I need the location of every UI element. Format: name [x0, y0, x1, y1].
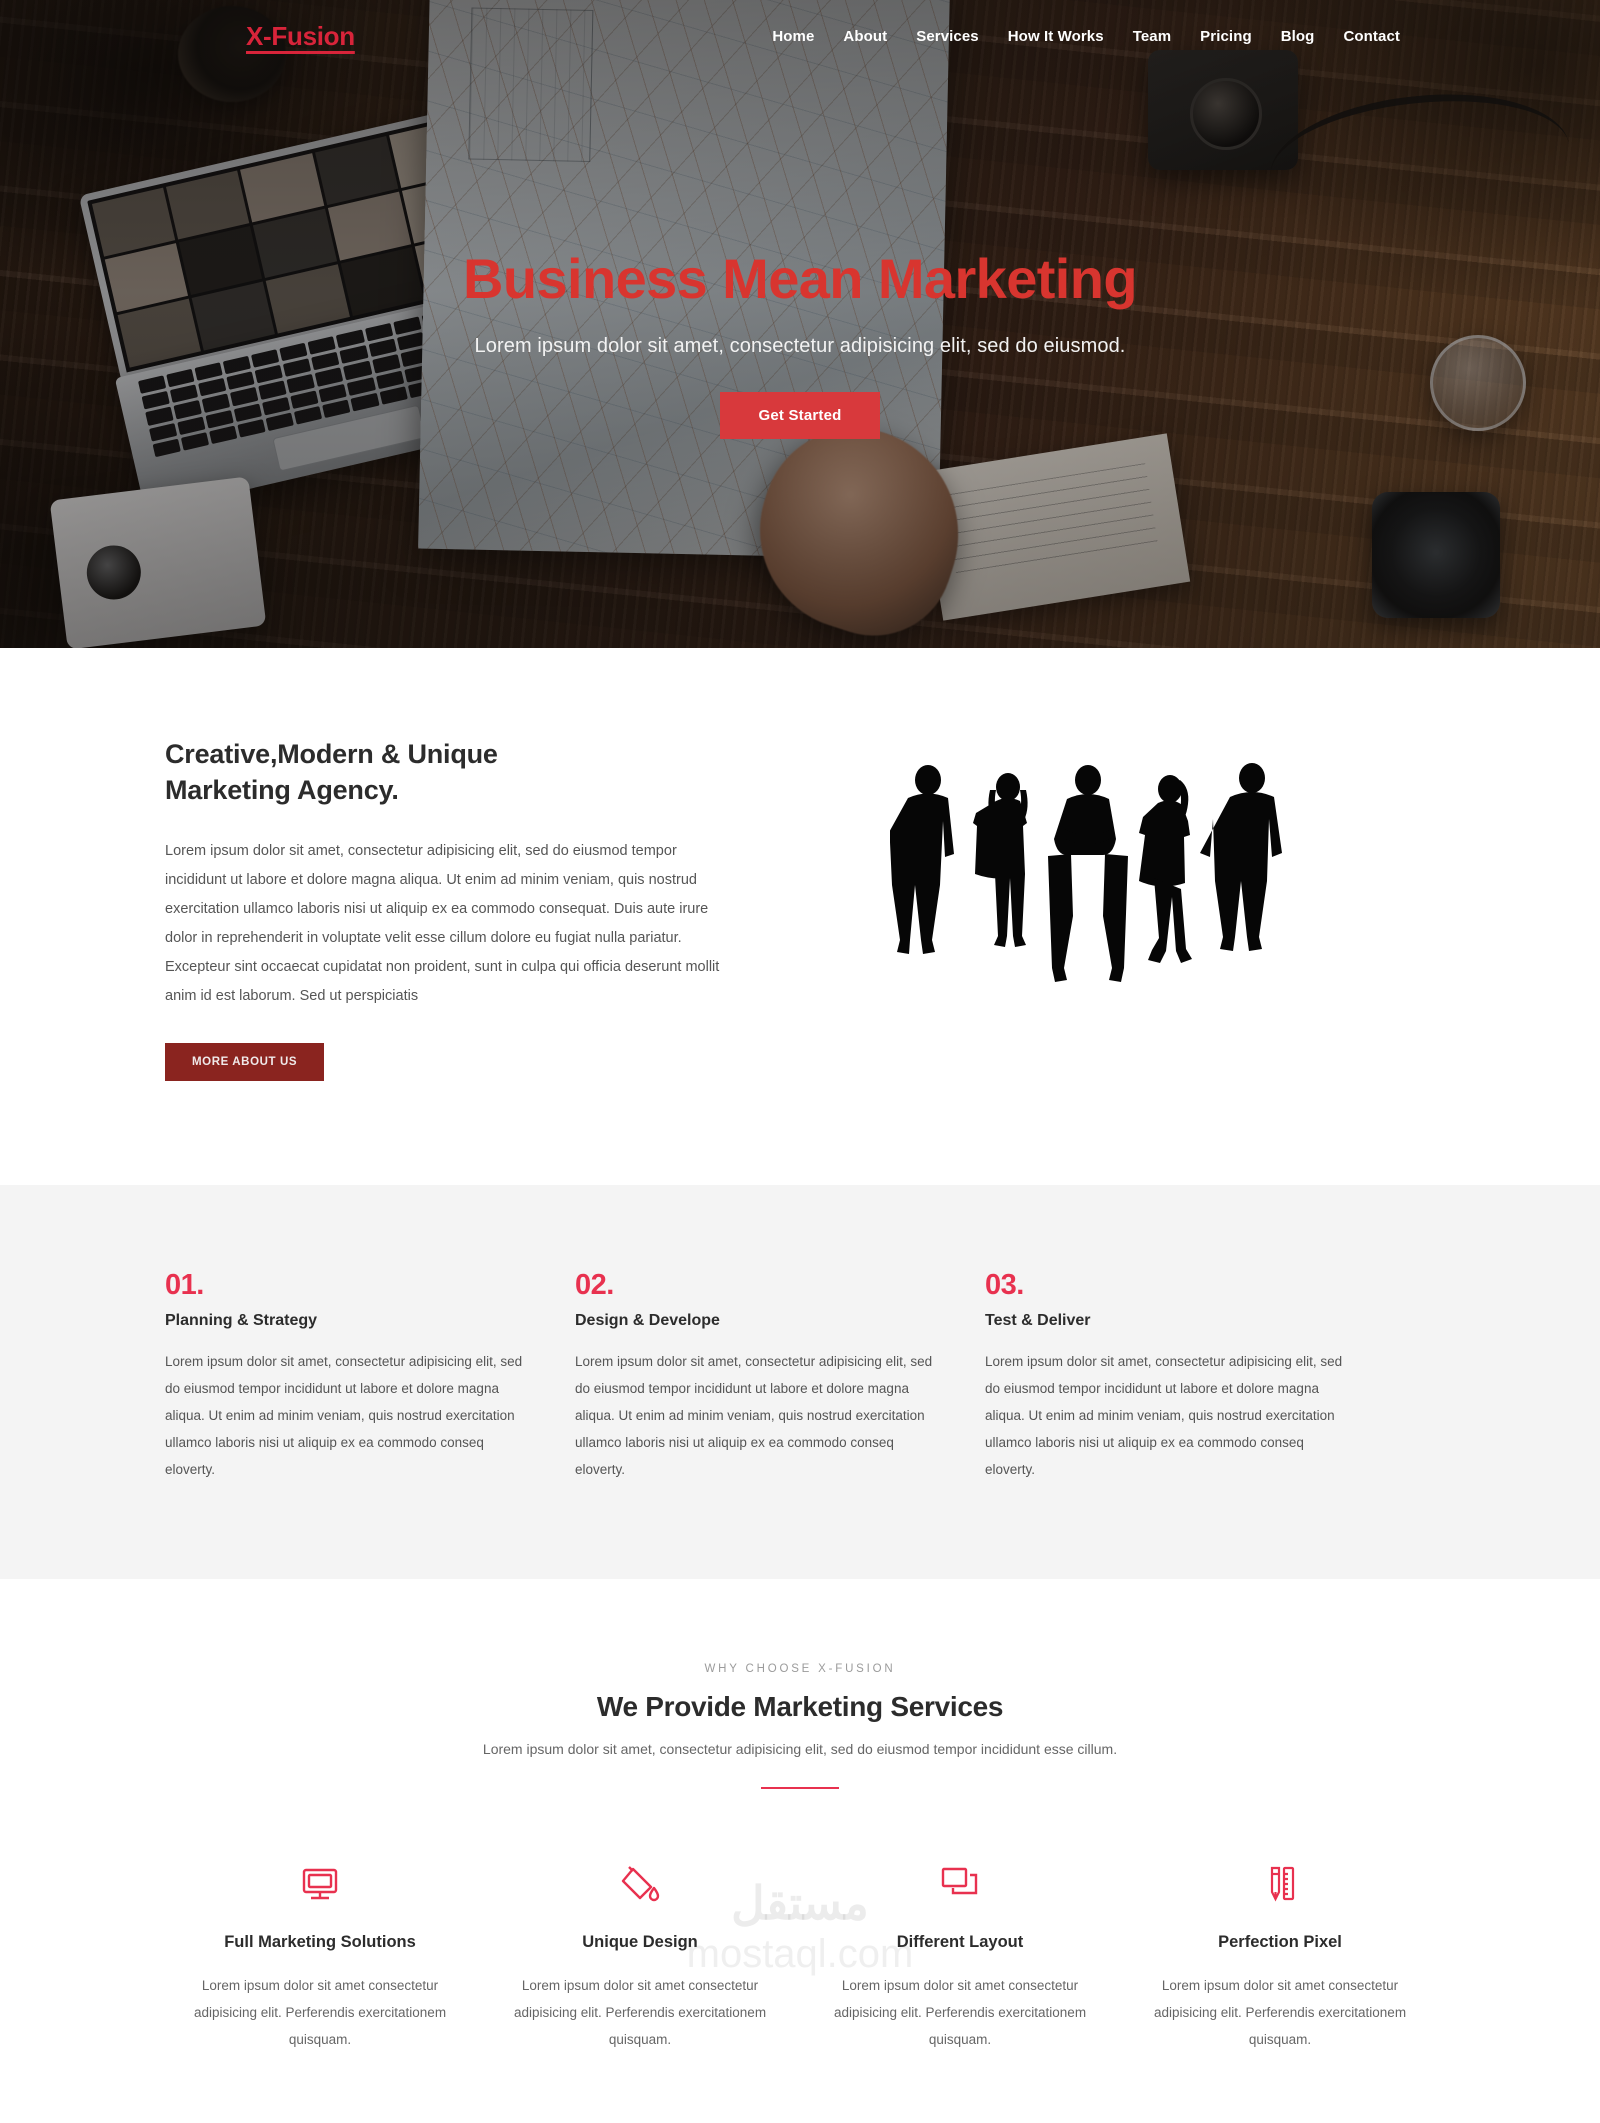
- nav-item-team[interactable]: Team: [1133, 28, 1171, 45]
- services-heading: We Provide Marketing Services: [596, 1690, 1004, 1722]
- hero-title: Business Mean Marketing: [463, 247, 1138, 310]
- services-subtitle: Lorem ipsum dolor sit amet, consectetur …: [482, 1740, 1118, 1757]
- step-text: Lorem ipsum dolor sit amet, consectetur …: [985, 1353, 1343, 1477]
- service-title: Different Layout: [896, 1932, 1024, 1951]
- step-title: Planning & Strategy: [165, 1311, 318, 1329]
- heading-divider-rule: [761, 1786, 839, 1789]
- step-card-02: 02. Design & Develope Lorem ipsum dolor …: [575, 1269, 945, 1483]
- about-section: Creative,Modern & Unique Marketing Agenc…: [0, 648, 1600, 1185]
- service-title: Perfection Pixel: [1218, 1932, 1342, 1951]
- about-paragraph: Lorem ipsum dolor sit amet, consectetur …: [165, 842, 720, 1004]
- services-grid: Full Marketing Solutions Lorem ipsum dol…: [160, 1861, 1440, 2053]
- service-card-perfection-pixel[interactable]: Perfection Pixel Lorem ipsum dolor sit a…: [1120, 1861, 1440, 2053]
- nav-item-contact[interactable]: Contact: [1343, 28, 1400, 45]
- nav-item-services[interactable]: Services: [916, 28, 979, 45]
- services-eyebrow: WHY CHOOSE X-FUSION: [704, 1662, 896, 1675]
- pencil-ruler-icon: [1142, 1861, 1418, 1907]
- service-title: Unique Design: [582, 1932, 698, 1951]
- step-title: Test & Deliver: [985, 1311, 1091, 1329]
- service-text: Lorem ipsum dolor sit amet consectetur a…: [833, 1977, 1087, 2047]
- service-text: Lorem ipsum dolor sit amet consectetur a…: [193, 1977, 447, 2047]
- about-heading-line-1: Creative,Modern & Unique: [165, 739, 498, 769]
- more-about-us-button[interactable]: MORE ABOUT US: [165, 1042, 325, 1081]
- step-text: Lorem ipsum dolor sit amet, consectetur …: [575, 1353, 933, 1477]
- about-text-column: Creative,Modern & Unique Marketing Agenc…: [160, 736, 720, 1081]
- about-image-column: [760, 736, 1440, 1052]
- paint-bucket-icon: [502, 1861, 778, 1907]
- hero-content: Business Mean Marketing Lorem ipsum dolo…: [0, 247, 1600, 439]
- step-title: Design & Develope: [575, 1311, 720, 1329]
- service-card-full-marketing-solutions[interactable]: Full Marketing Solutions Lorem ipsum dol…: [160, 1861, 480, 2053]
- page-root: X-Fusion Home About Services How It Work…: [0, 0, 1600, 2123]
- service-card-different-layout[interactable]: Different Layout Lorem ipsum dolor sit a…: [800, 1861, 1120, 2053]
- service-title: Full Marketing Solutions: [224, 1932, 416, 1951]
- step-card-01: 01. Planning & Strategy Lorem ipsum dolo…: [165, 1269, 535, 1483]
- hero-section: X-Fusion Home About Services How It Work…: [0, 0, 1600, 648]
- service-card-unique-design[interactable]: Unique Design Lorem ipsum dolor sit amet…: [480, 1861, 800, 2053]
- team-silhouette-image: [890, 763, 1282, 982]
- step-text: Lorem ipsum dolor sit amet, consectetur …: [165, 1353, 523, 1477]
- step-card-03: 03. Test & Deliver Lorem ipsum dolor sit…: [985, 1269, 1355, 1483]
- about-heading-line-2: Marketing Agency.: [165, 775, 399, 806]
- nav-item-about[interactable]: About: [843, 28, 887, 45]
- layers-icon: [822, 1861, 1098, 1907]
- hero-subtitle: Lorem ipsum dolor sit amet, consectetur …: [474, 334, 1126, 357]
- nav-item-blog[interactable]: Blog: [1281, 28, 1315, 45]
- service-text: Lorem ipsum dolor sit amet consectetur a…: [1153, 1977, 1407, 2047]
- monitor-icon: [182, 1861, 458, 1907]
- service-text: Lorem ipsum dolor sit amet consectetur a…: [513, 1977, 767, 2047]
- services-section: WHY CHOOSE X-FUSION We Provide Marketing…: [0, 1578, 1600, 2123]
- step-number: 02.: [575, 1268, 614, 1301]
- get-started-button[interactable]: Get Started: [720, 391, 880, 439]
- nav-item-pricing[interactable]: Pricing: [1200, 28, 1252, 45]
- nav-links: Home About Services How It Works Team Pr…: [772, 28, 1400, 45]
- about-heading: Creative,Modern & Unique Marketing Agenc…: [165, 736, 720, 809]
- main-navigation: X-Fusion Home About Services How It Work…: [0, 0, 1600, 72]
- step-number: 03.: [985, 1268, 1024, 1301]
- step-number: 01.: [165, 1268, 204, 1301]
- nav-item-how-it-works[interactable]: How It Works: [1008, 28, 1104, 45]
- process-steps-section: 01. Planning & Strategy Lorem ipsum dolo…: [0, 1184, 1600, 1579]
- site-logo[interactable]: X-Fusion: [246, 21, 355, 52]
- nav-item-home[interactable]: Home: [772, 28, 814, 45]
